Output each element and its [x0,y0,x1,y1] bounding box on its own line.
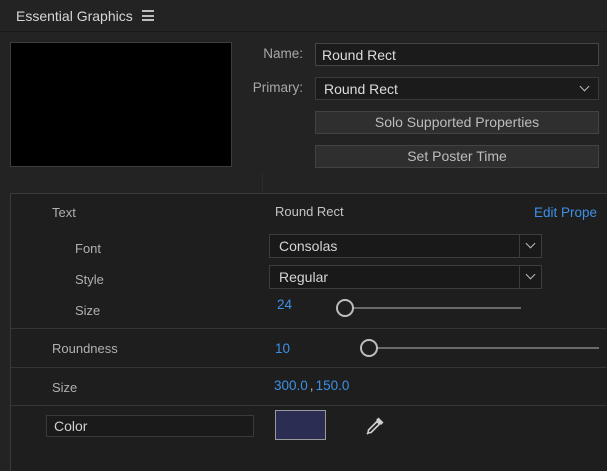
poster-frame-preview [10,42,232,167]
text-property-value: Round Rect [275,204,344,219]
font-size-slider-track[interactable] [345,307,521,309]
chevron-down-icon [579,81,590,92]
size-label: Size [75,303,101,318]
row-divider [11,367,607,368]
roundness-slider-handle[interactable] [360,339,378,357]
eyedropper-icon[interactable] [364,415,386,437]
name-label: Name: [263,46,303,61]
hamburger-menu-icon[interactable] [142,10,154,21]
font-dropdown-button[interactable] [519,235,541,257]
text-property-label: Text [52,205,76,220]
roundness-slider-track[interactable] [369,347,599,349]
primary-label: Primary: [252,80,303,95]
header-divider [0,31,607,32]
font-select-value: Consolas [279,238,338,254]
style-select-value: Regular [279,269,329,285]
row-divider [11,405,607,406]
panel-title: Essential Graphics [16,8,133,24]
style-dropdown-button[interactable] [519,266,541,288]
chevron-down-icon [525,269,536,280]
size-property-label: Size [52,380,78,395]
font-select[interactable]: Consolas [269,234,542,258]
set-poster-time-button[interactable]: Set Poster Time [315,145,599,168]
chevron-down-icon [525,238,536,249]
roundness-value[interactable]: 10 [275,341,290,356]
size-height-value[interactable]: 150.0 [316,378,350,393]
font-size-value[interactable]: 24 [277,297,292,312]
style-label: Style [75,272,104,287]
row-divider [11,328,607,329]
primary-select[interactable]: Round Rect [315,77,599,100]
primary-select-value: Round Rect [324,81,398,97]
name-input[interactable]: Round Rect [315,43,599,66]
edit-properties-link[interactable]: Edit Prope [534,205,597,220]
font-label: Font [75,241,102,256]
style-select[interactable]: Regular [269,265,542,289]
color-label-field[interactable]: Color [46,415,254,437]
size-separator: , [309,378,314,393]
size-values: 300.0, 150.0 [274,378,349,393]
roundness-label: Roundness [52,341,118,356]
section-divider [262,172,263,192]
solo-supported-properties-button[interactable]: Solo Supported Properties [315,111,599,134]
color-swatch[interactable] [275,410,326,440]
font-size-slider-handle[interactable] [336,299,354,317]
size-width-value[interactable]: 300.0 [274,378,308,393]
